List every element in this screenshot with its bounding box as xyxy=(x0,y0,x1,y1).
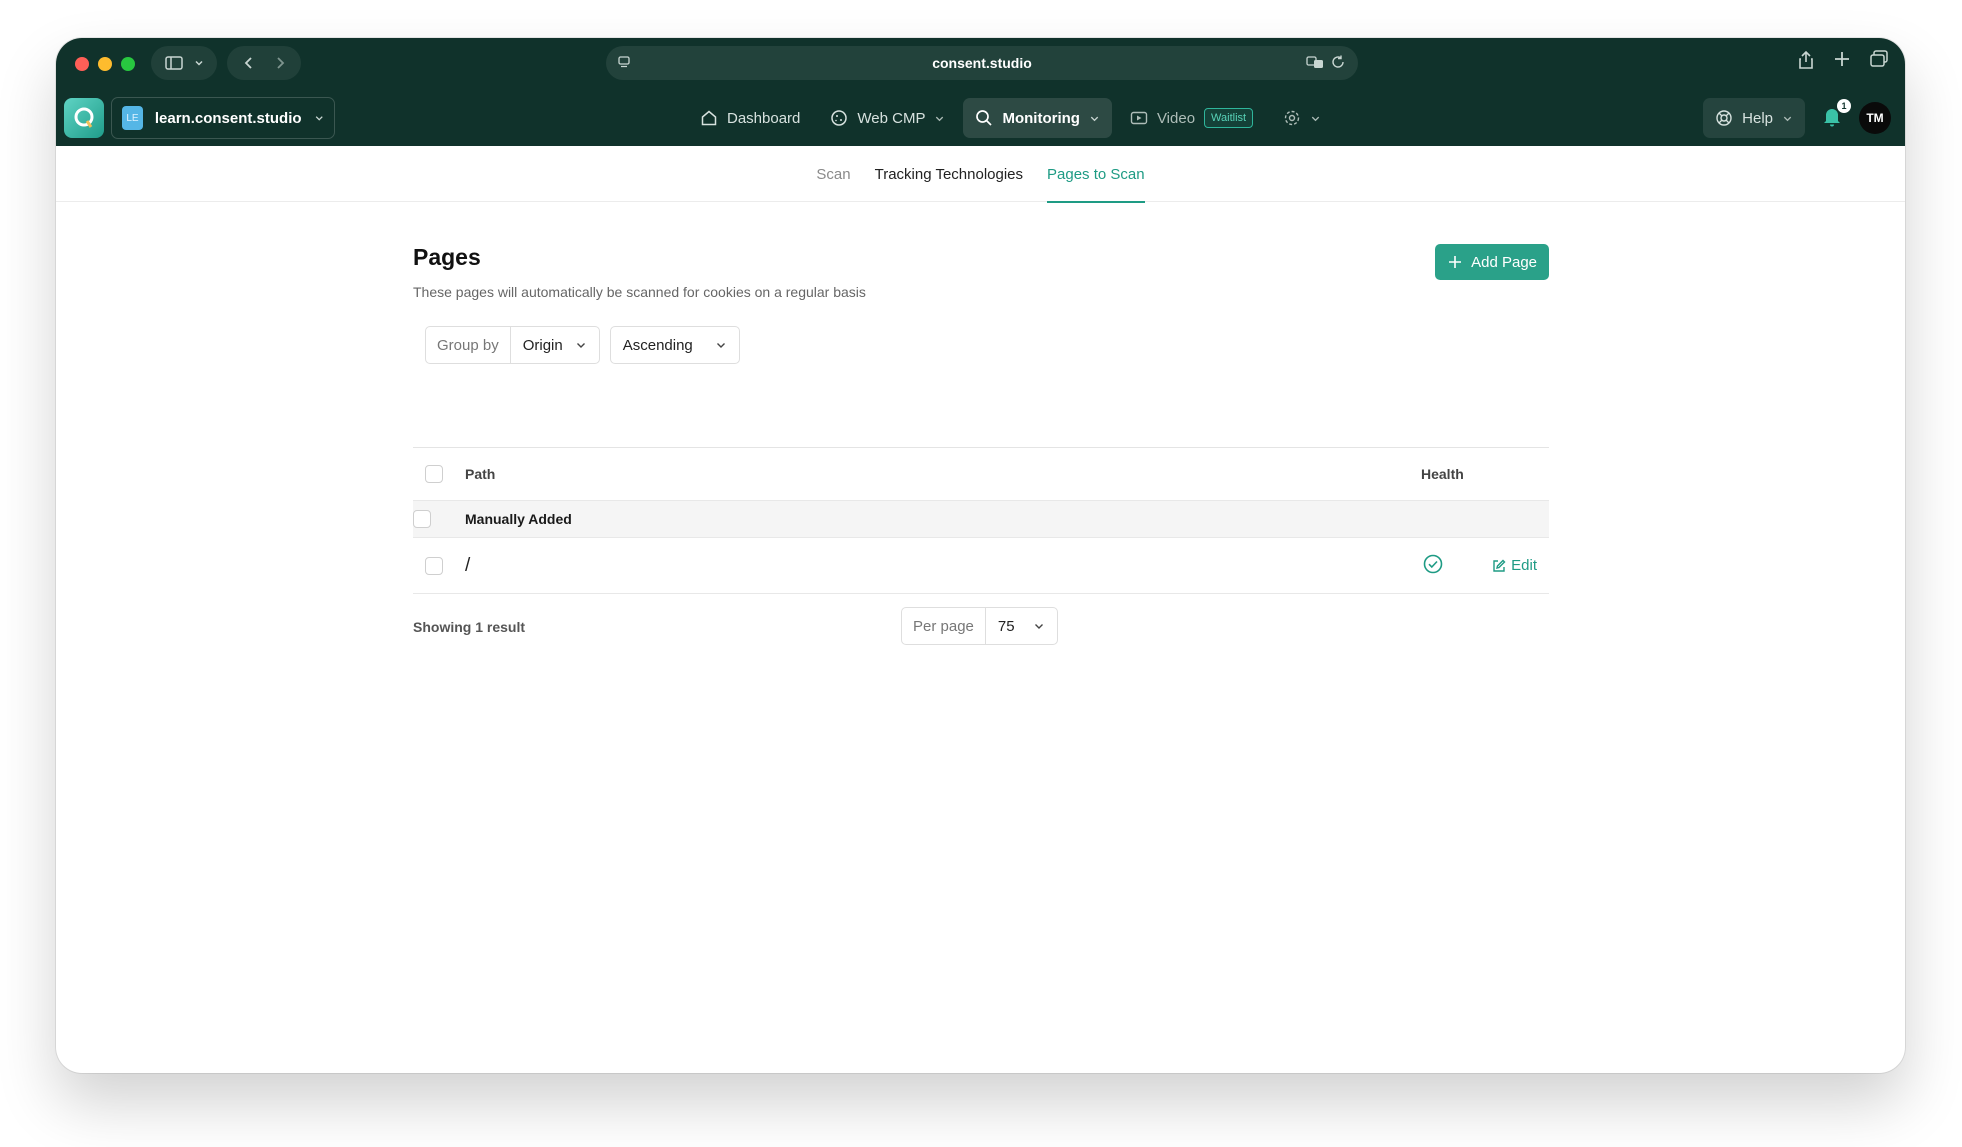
tab-pages-to-scan[interactable]: Pages to Scan xyxy=(1047,146,1145,203)
group-checkbox[interactable] xyxy=(413,510,431,528)
edit-button[interactable]: Edit xyxy=(1492,557,1537,574)
per-page-value-text: 75 xyxy=(997,617,1015,635)
table-row: / Edit xyxy=(413,538,1549,594)
forward-arrow-icon[interactable] xyxy=(274,56,286,70)
tab-scan[interactable]: Scan xyxy=(816,146,850,202)
sort-order-select[interactable]: Ascending xyxy=(609,326,740,364)
plus-icon xyxy=(1449,256,1462,268)
nav-settings[interactable] xyxy=(1271,98,1333,138)
app-logo[interactable] xyxy=(64,98,104,138)
page-settings-icon[interactable] xyxy=(616,54,632,70)
nav-web-cmp[interactable]: Web CMP xyxy=(818,98,957,138)
add-page-label: Add Page xyxy=(1471,253,1537,271)
avatar[interactable]: TM xyxy=(1859,102,1891,134)
check-circle-icon xyxy=(1423,554,1443,574)
browser-window: consent.studio LE learn.consent.studio D… xyxy=(56,38,1905,1073)
browser-actions xyxy=(1797,50,1889,70)
gear-icon xyxy=(1284,110,1300,126)
consent-studio-logo-icon xyxy=(74,107,94,128)
close-window-button[interactable] xyxy=(75,57,89,71)
chevron-down-icon xyxy=(1311,116,1320,121)
select-all-checkbox[interactable] xyxy=(425,465,443,483)
page-title: Pages xyxy=(413,244,481,270)
window-controls xyxy=(75,57,135,71)
zoom-window-button[interactable] xyxy=(121,57,135,71)
chevron-down-icon xyxy=(716,343,725,348)
health-status xyxy=(1423,554,1443,577)
monitoring-tabs: Scan Tracking Technologies Pages to Scan xyxy=(56,146,1905,203)
column-health-header: Health xyxy=(1421,466,1464,482)
minimize-window-button[interactable] xyxy=(98,57,112,71)
pages-table: Path Health Manually Added / Edit xyxy=(413,447,1549,594)
nav-dashboard-label: Dashboard xyxy=(727,109,801,127)
chevron-down-icon xyxy=(576,343,585,348)
workspace-selector[interactable]: LE learn.consent.studio xyxy=(111,97,335,139)
group-row: Manually Added xyxy=(413,501,1549,538)
filters-bar: Group by Origin Ascending xyxy=(425,326,740,364)
chevron-down-icon xyxy=(1090,116,1099,121)
share-icon[interactable] xyxy=(1797,50,1815,70)
sort-order-value[interactable]: Ascending xyxy=(611,327,739,363)
edit-icon xyxy=(1493,559,1506,572)
row-path: / xyxy=(465,554,471,576)
page-subtitle: These pages will automatically be scanne… xyxy=(413,284,866,300)
workspace-name: learn.consent.studio xyxy=(154,109,302,127)
per-page-select[interactable]: Per page 75 xyxy=(901,607,1058,645)
sidebar-icon xyxy=(164,56,183,70)
browser-chrome: consent.studio LE learn.consent.studio D… xyxy=(56,38,1905,146)
workspace-badge: LE xyxy=(122,106,143,130)
group-by-value[interactable]: Origin xyxy=(511,327,599,363)
screen: consent.studio LE learn.consent.studio D… xyxy=(0,0,1962,1147)
cookie-icon xyxy=(831,110,848,126)
group-by-select[interactable]: Group by Origin xyxy=(425,326,600,364)
translate-icon[interactable] xyxy=(1306,54,1324,70)
column-path-header: Path xyxy=(465,466,496,482)
history-nav xyxy=(227,46,301,80)
help-button[interactable]: Help xyxy=(1703,98,1805,138)
notifications-button[interactable]: 1 xyxy=(1821,98,1851,132)
chevron-down-icon xyxy=(315,116,323,121)
chevron-down-icon xyxy=(194,60,203,66)
nav-monitoring[interactable]: Monitoring xyxy=(963,98,1112,138)
per-page-label: Per page xyxy=(902,608,986,644)
nav-video-label: Video xyxy=(1156,109,1196,127)
nav-video[interactable]: Video Waitlist xyxy=(1118,98,1265,138)
search-icon xyxy=(976,110,993,126)
nav-monitoring-label: Monitoring xyxy=(1002,109,1080,127)
notification-count-badge: 1 xyxy=(1837,98,1851,113)
lifebuoy-icon xyxy=(1716,110,1732,126)
home-icon xyxy=(701,110,717,126)
back-arrow-icon[interactable] xyxy=(243,56,255,70)
result-count: Showing 1 result xyxy=(413,619,526,635)
chevron-down-icon xyxy=(936,116,944,121)
edit-label: Edit xyxy=(1511,557,1537,574)
url-text: consent.studio xyxy=(932,55,1032,71)
group-by-label: Group by xyxy=(426,327,511,363)
sidebar-toggle-button[interactable] xyxy=(151,46,217,80)
new-tab-icon[interactable] xyxy=(1833,50,1851,68)
add-page-button[interactable]: Add Page xyxy=(1435,244,1549,280)
nav-web-cmp-label: Web CMP xyxy=(857,109,926,127)
url-actions xyxy=(1306,54,1346,70)
group-by-value-text: Origin xyxy=(522,336,563,354)
chevron-down-icon xyxy=(1783,116,1792,121)
address-bar[interactable]: consent.studio xyxy=(606,46,1358,80)
video-icon xyxy=(1130,111,1148,125)
per-page-value[interactable]: 75 xyxy=(986,608,1057,644)
row-checkbox[interactable] xyxy=(425,556,443,575)
table-header: Path Health xyxy=(413,448,1549,501)
tab-tracking-technologies[interactable]: Tracking Technologies xyxy=(875,146,1023,202)
table-footer: Showing 1 result Per page 75 xyxy=(413,607,1549,647)
nav-dashboard[interactable]: Dashboard xyxy=(688,98,812,138)
reload-icon[interactable] xyxy=(1330,54,1346,70)
help-label: Help xyxy=(1742,109,1773,127)
chevron-down-icon xyxy=(1034,624,1043,629)
tab-overview-icon[interactable] xyxy=(1869,50,1889,68)
group-label: Manually Added xyxy=(465,511,572,527)
main-nav: Dashboard Web CMP Monitoring Video Waitl… xyxy=(688,97,1333,139)
waitlist-badge: Waitlist xyxy=(1204,108,1254,128)
user-nav: Help 1 TM xyxy=(1703,97,1891,139)
sort-order-text: Ascending xyxy=(622,336,693,354)
